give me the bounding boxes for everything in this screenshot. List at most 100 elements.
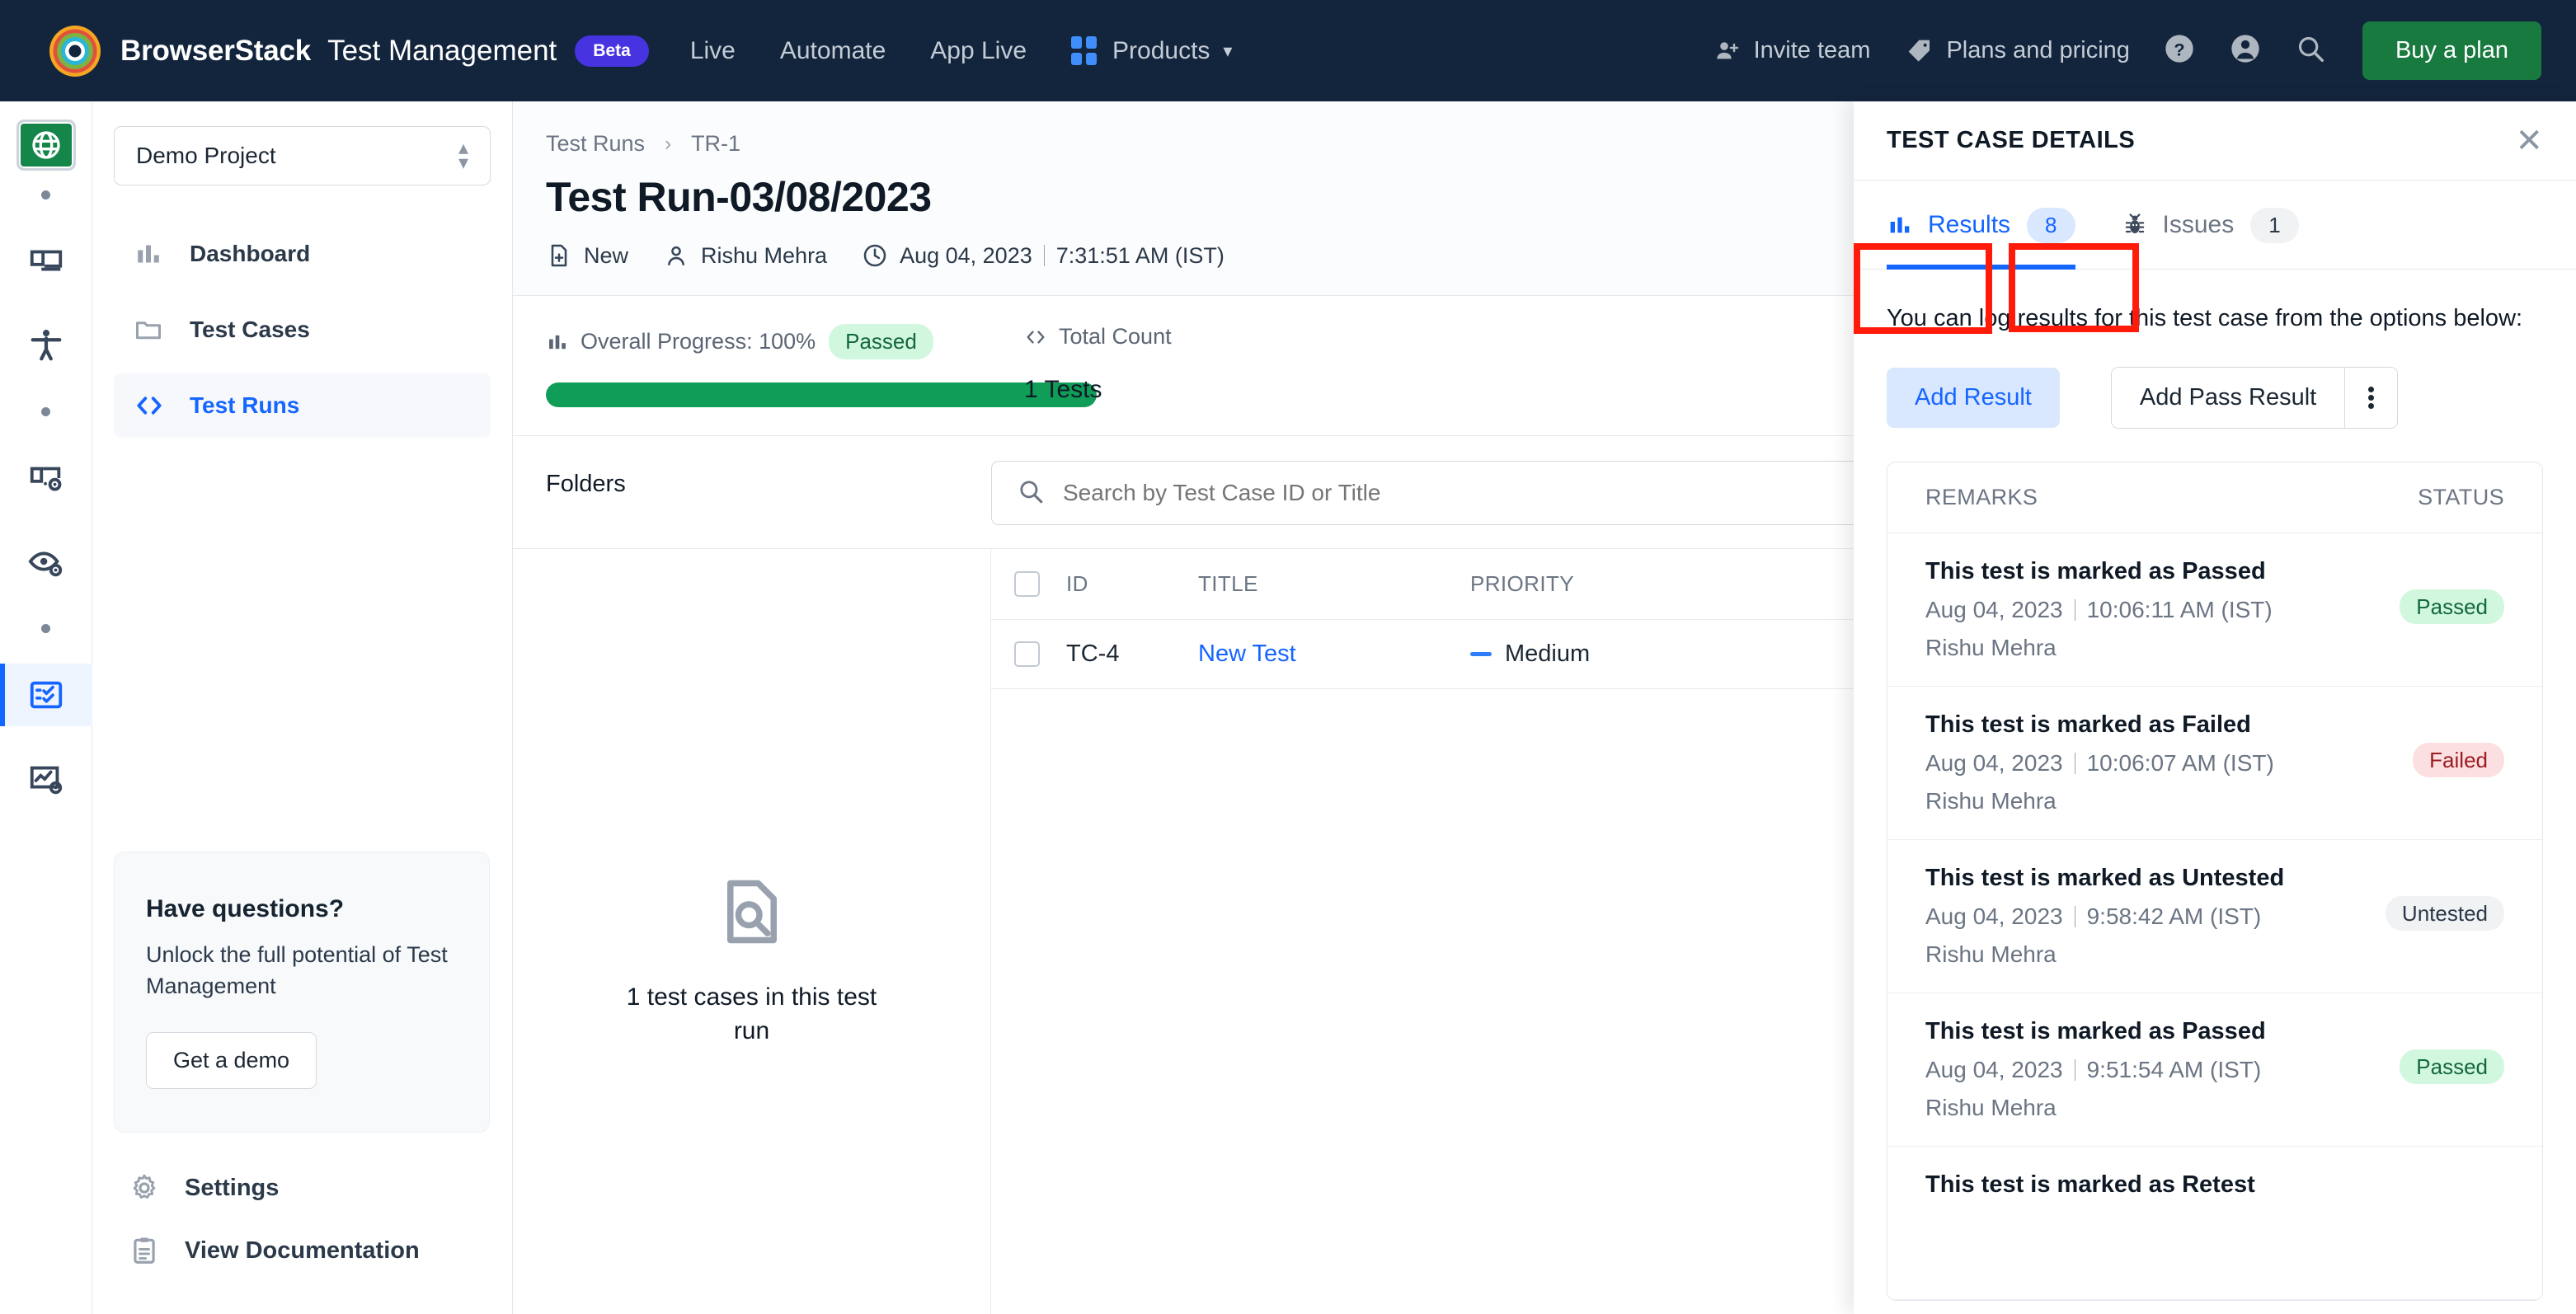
cell-id: TC-4 bbox=[1066, 641, 1120, 667]
sidebar-item-dashboard[interactable]: Dashboard bbox=[114, 222, 491, 286]
rail-test-management-button[interactable] bbox=[0, 664, 92, 726]
results-header-row: REMARKS STATUS bbox=[1887, 462, 2542, 534]
result-time: 9:58:42 AM (IST) bbox=[2086, 903, 2262, 930]
svg-text:?: ? bbox=[2174, 39, 2184, 59]
status-badge: Passed bbox=[2400, 589, 2504, 625]
promo-card: Have questions? Unlock the full potentia… bbox=[114, 852, 490, 1133]
tab-results-count: 8 bbox=[2027, 207, 2075, 243]
result-remarks: This test is marked as Untested Aug 04, … bbox=[1925, 865, 2284, 968]
breadcrumb-root[interactable]: Test Runs bbox=[546, 131, 645, 157]
sidebar-item-label: Test Runs bbox=[190, 392, 300, 418]
sidebar-item-label: Dashboard bbox=[190, 241, 311, 266]
result-row[interactable]: This test is marked as Passed Aug 04, 20… bbox=[1887, 993, 2542, 1147]
result-status-cell: Passed bbox=[2386, 558, 2504, 625]
select-all-checkbox[interactable] bbox=[1014, 571, 1040, 597]
breadcrumb-current[interactable]: TR-1 bbox=[691, 131, 740, 157]
code-brackets-icon bbox=[134, 390, 172, 421]
sidebar-item-test-runs[interactable]: Test Runs bbox=[114, 373, 491, 438]
nav-links: Live Automate App Live Products ▾ bbox=[690, 36, 1232, 65]
nav-link-automate[interactable]: Automate bbox=[780, 37, 886, 65]
run-date: Aug 04, 2023 bbox=[900, 242, 1032, 268]
result-row[interactable]: This test is marked as Untested Aug 04, … bbox=[1887, 840, 2542, 994]
account-icon[interactable] bbox=[2229, 32, 2262, 69]
run-owner: Rishu Mehra bbox=[663, 242, 827, 269]
total-count-label-row: Total Count bbox=[1024, 324, 1502, 350]
close-icon[interactable]: ✕ bbox=[2515, 124, 2543, 157]
column-header-priority[interactable]: PRIORITY bbox=[1470, 571, 1574, 597]
rail-automate-button[interactable] bbox=[0, 230, 92, 293]
result-user: Rishu Mehra bbox=[1925, 635, 2057, 661]
run-time: 7:31:51 AM (IST) bbox=[1055, 242, 1225, 268]
sidebar-footer: Settings View Documentation bbox=[129, 1172, 491, 1298]
checklist-icon bbox=[30, 681, 62, 709]
panel-tabs: Results 8 Issues 1 bbox=[1854, 181, 2576, 334]
tab-results[interactable]: Results 8 bbox=[1887, 181, 2075, 270]
priority-label: Medium bbox=[1505, 641, 1591, 667]
invite-team-button[interactable]: Invite team bbox=[1714, 37, 1870, 64]
sidebar-footer-label: Settings bbox=[185, 1174, 280, 1201]
rail-app-automate-button[interactable] bbox=[0, 447, 92, 509]
chart-gear-icon bbox=[30, 766, 62, 795]
add-result-button[interactable]: Add Result bbox=[1887, 368, 2060, 429]
sidebar-item-label: Test Cases bbox=[190, 317, 310, 342]
project-selector[interactable]: Demo Project ▴ ▾ bbox=[114, 126, 491, 185]
plans-pricing-button[interactable]: Plans and pricing bbox=[1906, 37, 2130, 64]
get-a-demo-button[interactable]: Get a demo bbox=[146, 1032, 317, 1089]
person-icon bbox=[663, 242, 689, 269]
sidebar-item-settings[interactable]: Settings bbox=[129, 1172, 491, 1204]
grid-icon bbox=[1071, 36, 1098, 65]
folders-header: Folders bbox=[546, 471, 626, 497]
result-row[interactable]: This test is marked as Failed Aug 04, 20… bbox=[1887, 687, 2542, 841]
test-case-link[interactable]: New Test bbox=[1198, 641, 1296, 667]
price-tag-icon bbox=[1909, 40, 1930, 62]
browserstack-logo-icon[interactable] bbox=[49, 25, 101, 77]
new-doc-icon bbox=[546, 242, 572, 269]
bar-chart-icon bbox=[1887, 212, 1913, 238]
status-badge: Failed bbox=[2413, 743, 2504, 778]
result-timestamp: Aug 04, 2023 10:06:07 AM (IST) bbox=[1925, 750, 2274, 777]
sidebar-item-view-documentation[interactable]: View Documentation bbox=[129, 1235, 491, 1266]
result-row[interactable]: This test is marked as Retest bbox=[1887, 1147, 2542, 1301]
folders-empty-state: 1 test cases in this test run bbox=[513, 549, 991, 1314]
total-count-label: Total Count bbox=[1059, 324, 1172, 349]
row-checkbox[interactable] bbox=[1014, 641, 1040, 667]
progress-bar bbox=[546, 382, 1097, 407]
results-column-status: STATUS bbox=[2418, 485, 2504, 510]
beta-badge: Beta bbox=[575, 35, 649, 67]
rail-percy-button[interactable] bbox=[0, 531, 92, 594]
project-sidebar: Demo Project ▴ ▾ Dashboard Test Cases Te… bbox=[92, 101, 513, 1314]
search-icon[interactable] bbox=[2295, 33, 2326, 68]
result-row[interactable]: This test is marked as Passed Aug 04, 20… bbox=[1887, 533, 2542, 688]
panel-body: You can log results for this test case f… bbox=[1854, 270, 2576, 1302]
run-status-label: New bbox=[584, 242, 629, 268]
product-rail bbox=[0, 101, 92, 1314]
add-pass-result-split-button: Add Pass Result bbox=[2110, 367, 2399, 429]
rail-divider-dot bbox=[41, 190, 50, 199]
column-header-id[interactable]: ID bbox=[1066, 571, 1198, 597]
result-title: This test is marked as Passed bbox=[1925, 558, 2266, 585]
nav-link-app-live[interactable]: App Live bbox=[930, 37, 1027, 65]
cell-title[interactable]: New Test bbox=[1198, 641, 1470, 668]
priority-medium-icon bbox=[1470, 652, 1492, 656]
buy-a-plan-button[interactable]: Buy a plan bbox=[2362, 21, 2541, 80]
column-header-title[interactable]: TITLE bbox=[1198, 571, 1470, 597]
products-menu[interactable]: Products ▾ bbox=[1071, 36, 1232, 65]
sidebar-item-test-cases[interactable]: Test Cases bbox=[114, 298, 491, 362]
bar-chart-icon bbox=[134, 239, 172, 269]
bar-chart-icon bbox=[546, 331, 569, 354]
tab-issues[interactable]: Issues 1 bbox=[2122, 181, 2299, 270]
brand-name[interactable]: BrowserStack bbox=[120, 35, 311, 68]
result-title: This test is marked as Failed bbox=[1925, 711, 2251, 739]
sidebar-nav-list: Dashboard Test Cases Test Runs bbox=[114, 222, 491, 438]
nav-link-live[interactable]: Live bbox=[690, 37, 736, 65]
more-options-kebab-icon[interactable] bbox=[2344, 368, 2398, 429]
breadcrumb-separator-icon: › bbox=[665, 132, 672, 155]
add-pass-result-button[interactable]: Add Pass Result bbox=[2111, 368, 2345, 429]
rail-live-button[interactable] bbox=[16, 120, 76, 171]
rail-accessibility-button[interactable] bbox=[0, 314, 92, 377]
rail-test-observability-button[interactable] bbox=[0, 748, 92, 810]
search-icon bbox=[1017, 477, 1045, 509]
progress-label-row: Overall Progress: 100% Passed bbox=[546, 324, 1024, 359]
chevron-updown-icon: ▴ ▾ bbox=[458, 137, 468, 174]
help-icon[interactable]: ? bbox=[2163, 32, 2196, 69]
